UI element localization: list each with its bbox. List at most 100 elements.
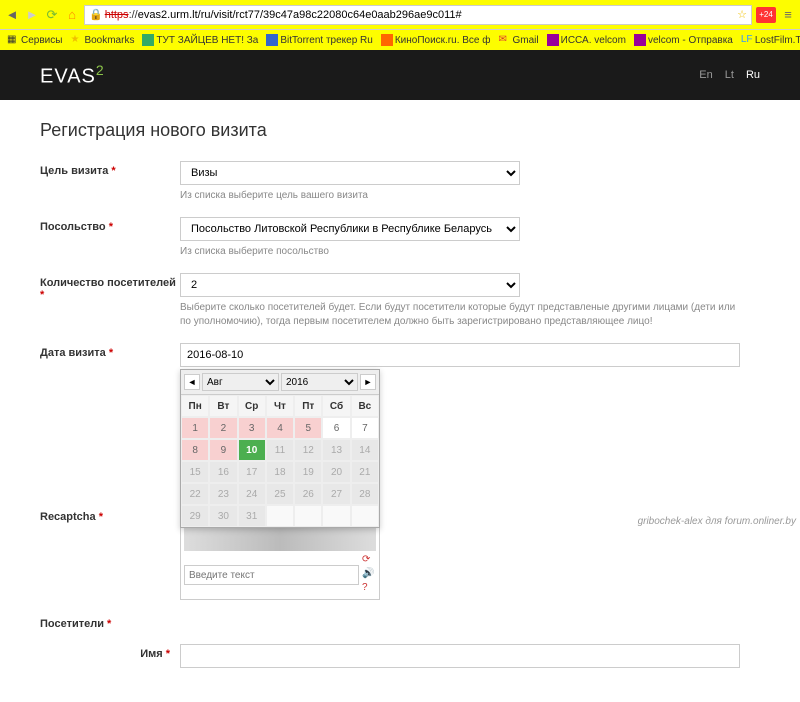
bookmark-item[interactable]: velcom - Отправка <box>631 34 736 46</box>
dp-day[interactable]: 19 <box>294 461 322 483</box>
select-embassy[interactable]: Посольство Литовской Республики в Респуб… <box>180 217 520 241</box>
row-posetiteli: Посетители * <box>40 614 760 630</box>
bookmark-item[interactable]: LFLostFilm.TV. Сериал <box>738 34 800 46</box>
dp-dow: Пн <box>181 395 209 417</box>
site-icon <box>381 34 393 46</box>
site-icon <box>634 34 646 46</box>
dp-day[interactable]: 27 <box>322 483 350 505</box>
dp-day[interactable]: 15 <box>181 461 209 483</box>
dp-month[interactable]: Авг <box>202 373 279 391</box>
bookmark-item[interactable]: ИССА. velcom <box>544 34 629 46</box>
forward-button[interactable]: ► <box>24 7 40 23</box>
label-embassy: Посольство * <box>40 217 180 233</box>
select-purpose[interactable]: Визы <box>180 161 520 185</box>
dp-day[interactable]: 22 <box>181 483 209 505</box>
lang-ru[interactable]: Ru <box>746 69 760 81</box>
dp-day[interactable]: 25 <box>266 483 294 505</box>
dp-day[interactable]: 4 <box>266 417 294 439</box>
dp-day[interactable]: 13 <box>322 439 350 461</box>
logo: EVAS2 <box>40 62 105 89</box>
captcha-help-icon[interactable]: ? <box>362 582 376 596</box>
bookmark-item[interactable]: ★Bookmarks <box>67 34 137 46</box>
label-date: Дата визита * <box>40 343 180 359</box>
dp-day[interactable]: 29 <box>181 505 209 527</box>
label-purpose: Цель визита * <box>40 161 180 177</box>
dp-day <box>322 505 350 527</box>
dp-day[interactable]: 12 <box>294 439 322 461</box>
datepicker: ◄ Авг 2016 ► ПнВтСрЧтПтСбВс1234567891011… <box>180 369 380 528</box>
bookmark-item[interactable]: КиноПоиск.ru. Все ф <box>378 34 494 46</box>
bookmark-star-icon[interactable]: ☆ <box>737 8 747 21</box>
captcha-audio-icon[interactable]: 🔊 <box>362 568 376 582</box>
bookmark-item[interactable]: ТУТ ЗАЙЦЕВ НЕТ! За <box>139 34 261 46</box>
dp-year[interactable]: 2016 <box>281 373 358 391</box>
gmail-icon: ✉ <box>499 34 511 46</box>
row-date: Дата визита * ◄ Авг 2016 ► ПнВтСрЧтПтСбВ… <box>40 343 760 367</box>
hint-visitors: Выберите сколько посетителей будет. Если… <box>180 301 740 329</box>
reload-button[interactable]: ⟳ <box>44 7 60 23</box>
label-visitors: Количество посетителей * <box>40 273 180 301</box>
bookmark-item[interactable]: ✉Gmail <box>496 34 542 46</box>
dp-next[interactable]: ► <box>360 374 376 390</box>
content: Регистрация нового визита Цель визита * … <box>0 100 800 702</box>
url-bar[interactable]: 🔒 https:// ☆ <box>84 5 752 25</box>
dp-day <box>266 505 294 527</box>
dp-prev[interactable]: ◄ <box>184 374 200 390</box>
row-visitors: Количество посетителей * 2 Выберите скол… <box>40 273 760 329</box>
lang-en[interactable]: En <box>699 69 712 81</box>
row-name: Имя * <box>40 644 760 668</box>
dp-day[interactable]: 7 <box>351 417 379 439</box>
dp-grid: ПнВтСрЧтПтСбВс12345678910111213141516171… <box>181 395 379 527</box>
dp-day[interactable]: 1 <box>181 417 209 439</box>
lock-icon: 🔒 <box>89 8 103 21</box>
url-input[interactable] <box>138 9 737 21</box>
captcha-refresh-icon[interactable]: ⟳ <box>362 554 376 568</box>
dp-dow: Ср <box>238 395 266 417</box>
dp-day[interactable]: 14 <box>351 439 379 461</box>
bookmark-item[interactable]: ▦Сервисы <box>4 34 65 46</box>
site-icon <box>142 34 154 46</box>
dp-day[interactable]: 10 <box>238 439 266 461</box>
dp-day[interactable]: 11 <box>266 439 294 461</box>
dp-day[interactable]: 18 <box>266 461 294 483</box>
dp-day[interactable]: 31 <box>238 505 266 527</box>
label-recaptcha: Recaptcha * <box>40 507 180 523</box>
grid-icon: ▦ <box>7 34 19 46</box>
lang-lt[interactable]: Lt <box>725 69 734 81</box>
input-date[interactable] <box>180 343 740 367</box>
dp-day[interactable]: 30 <box>209 505 237 527</box>
site-header: EVAS2 En Lt Ru <box>0 50 800 100</box>
dp-day[interactable]: 17 <box>238 461 266 483</box>
bookmarks-bar: ▦Сервисы ★Bookmarks ТУТ ЗАЙЦЕВ НЕТ! За B… <box>0 30 800 50</box>
hint-embassy: Из списка выберите посольство <box>180 245 740 259</box>
bookmark-item[interactable]: BitTorrent трекер Ru <box>263 34 375 46</box>
dp-day[interactable]: 24 <box>238 483 266 505</box>
dp-day[interactable]: 5 <box>294 417 322 439</box>
dp-day[interactable]: 3 <box>238 417 266 439</box>
page-title: Регистрация нового визита <box>40 120 760 141</box>
dp-day[interactable]: 26 <box>294 483 322 505</box>
captcha-input[interactable] <box>184 565 359 585</box>
input-name[interactable] <box>180 644 740 668</box>
dp-day[interactable]: 2 <box>209 417 237 439</box>
extension-badge[interactable]: +24 <box>756 7 776 23</box>
dp-day[interactable]: 23 <box>209 483 237 505</box>
menu-button[interactable]: ≡ <box>780 7 796 23</box>
select-visitors[interactable]: 2 <box>180 273 520 297</box>
dp-day[interactable]: 28 <box>351 483 379 505</box>
dp-day[interactable]: 9 <box>209 439 237 461</box>
dp-dow: Пт <box>294 395 322 417</box>
lang-switcher: En Lt Ru <box>699 69 760 81</box>
dp-day[interactable]: 21 <box>351 461 379 483</box>
back-button[interactable]: ◄ <box>4 7 20 23</box>
label-name: Имя * <box>40 644 180 660</box>
dp-day[interactable]: 8 <box>181 439 209 461</box>
dp-day[interactable]: 16 <box>209 461 237 483</box>
home-button[interactable]: ⌂ <box>64 7 80 23</box>
dp-day[interactable]: 20 <box>322 461 350 483</box>
dp-dow: Вт <box>209 395 237 417</box>
dp-day[interactable]: 6 <box>322 417 350 439</box>
dp-dow: Чт <box>266 395 294 417</box>
site-icon: LF <box>741 34 753 46</box>
site-icon <box>266 34 278 46</box>
